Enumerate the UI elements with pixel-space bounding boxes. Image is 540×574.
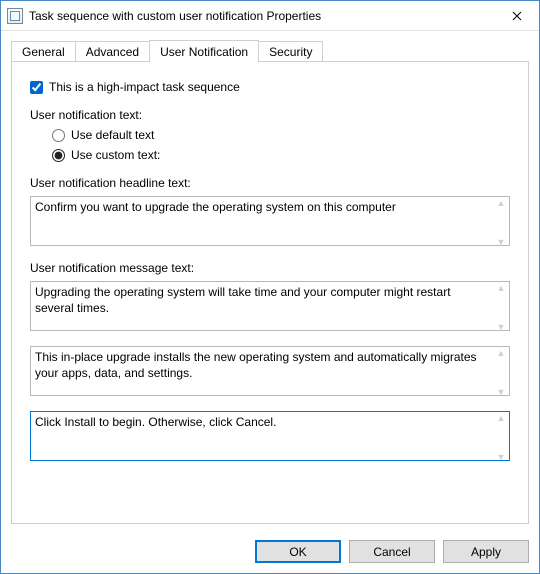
high-impact-checkbox[interactable] [30,81,43,94]
close-icon [512,11,522,21]
cancel-button[interactable]: Cancel [349,540,435,563]
window-sysicon [7,8,23,24]
dialog-button-row: OK Cancel Apply [1,530,539,573]
message2-textarea[interactable] [30,346,510,396]
headline-field-wrap: ▲▼ [30,196,510,249]
radio-custom[interactable] [52,149,65,162]
message1-textarea[interactable] [30,281,510,331]
tab-security[interactable]: Security [258,41,323,62]
message2-field-wrap: ▲▼ [30,346,510,399]
notification-text-label: User notification text: [30,108,510,122]
headline-label: User notification headline text: [30,176,510,190]
close-button[interactable] [494,1,539,30]
high-impact-label: This is a high-impact task sequence [49,80,240,94]
tab-user-notification[interactable]: User Notification [149,40,259,62]
notification-text-radio-group: Use default text Use custom text: [52,128,510,162]
tab-advanced[interactable]: Advanced [75,41,150,62]
apply-button[interactable]: Apply [443,540,529,563]
ok-button[interactable]: OK [255,540,341,563]
client-area: General Advanced User Notification Secur… [1,31,539,530]
radio-default[interactable] [52,129,65,142]
message3-textarea[interactable] [30,411,510,461]
high-impact-row[interactable]: This is a high-impact task sequence [30,80,510,94]
radio-default-label: Use default text [71,128,154,142]
radio-custom-row[interactable]: Use custom text: [52,148,510,162]
window-title: Task sequence with custom user notificat… [29,9,494,23]
headline-textarea[interactable] [30,196,510,246]
radio-default-row[interactable]: Use default text [52,128,510,142]
tab-general[interactable]: General [11,41,76,62]
dialog-window: Task sequence with custom user notificat… [0,0,540,574]
message3-field-wrap: ▲▼ [30,411,510,464]
radio-custom-label: Use custom text: [71,148,160,162]
titlebar: Task sequence with custom user notificat… [1,1,539,31]
tab-panel-user-notification: This is a high-impact task sequence User… [11,61,529,524]
message1-field-wrap: ▲▼ [30,281,510,334]
tabstrip: General Advanced User Notification Secur… [11,39,529,61]
message-label: User notification message text: [30,261,510,275]
